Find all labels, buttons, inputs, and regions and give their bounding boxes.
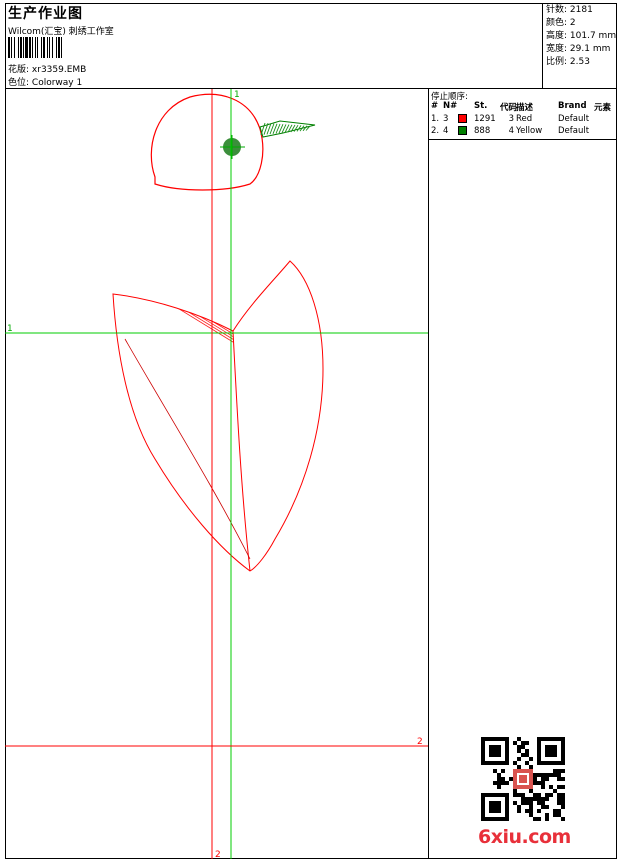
bird-embroidery: 1 2 1 2 bbox=[5, 89, 428, 859]
row-index: 2. bbox=[431, 126, 440, 136]
stitches-value: 2181 bbox=[569, 5, 593, 15]
row-code: 3 bbox=[508, 114, 514, 124]
file-name: xr3359.EMB bbox=[31, 65, 87, 75]
col-index: # bbox=[431, 101, 439, 111]
stop-sequence-panel: 停止顺序: # N# St. 代码 描述 Brand 元素 1. 3 1291 … bbox=[429, 89, 617, 140]
stop-sequence-title: 停止顺序: bbox=[431, 92, 468, 102]
qr-code bbox=[481, 737, 565, 821]
row-needle: 4 bbox=[443, 126, 449, 136]
head-outline bbox=[150, 93, 264, 191]
scale-label: 比例: bbox=[546, 57, 568, 67]
col-swatch bbox=[458, 101, 474, 113]
colorway-name: Colorway 1 bbox=[31, 78, 83, 88]
color-swatch-red bbox=[458, 114, 467, 123]
design-info: 针数: 2181 颜色: 2 高度: 101.7 mm 宽度: 29.1 mm … bbox=[542, 3, 617, 89]
wing-edge bbox=[232, 330, 251, 572]
guide-v1-label: 1 bbox=[234, 90, 240, 100]
scale-value: 2.53 bbox=[569, 57, 590, 67]
tail-stitches bbox=[206, 559, 302, 619]
row-swatch bbox=[458, 126, 474, 136]
colors-label: 颜色: bbox=[546, 18, 568, 28]
file-label: 花版: bbox=[8, 65, 30, 75]
guide-v2-label: 2 bbox=[215, 850, 221, 859]
barcode bbox=[8, 37, 120, 58]
row-index: 1. bbox=[431, 114, 440, 124]
file-line: 花版: xr3359.EMB bbox=[8, 62, 86, 75]
row-description: Yellow bbox=[516, 126, 543, 136]
width-label: 宽度: bbox=[546, 44, 568, 54]
neck-stitches bbox=[106, 181, 290, 329]
colorway-label: 色位: bbox=[8, 78, 30, 88]
guide-h2-label: 2 bbox=[417, 737, 423, 747]
stitches-label: 针数: bbox=[546, 5, 568, 15]
height-value: 101.7 mm bbox=[569, 31, 617, 41]
watermark-logo: 6xiu.com bbox=[478, 826, 571, 848]
body-right-stitches bbox=[233, 261, 323, 571]
row-brand: Default bbox=[558, 114, 590, 124]
page-title: 生产作业图 bbox=[8, 6, 83, 22]
row-brand: Default bbox=[558, 126, 590, 136]
table-row: 2. 4 888 4 Yellow Default bbox=[429, 125, 617, 137]
eye bbox=[220, 135, 245, 159]
row-stitches: 1291 bbox=[474, 114, 496, 124]
colorway-line: 色位: Colorway 1 bbox=[8, 75, 82, 88]
table-divider bbox=[429, 139, 617, 140]
col-stitches: St. bbox=[474, 101, 488, 111]
company-name: Wilcom(汇宝) 刺绣工作室 bbox=[8, 27, 114, 37]
color-swatch-green bbox=[458, 126, 467, 135]
width-value: 29.1 mm bbox=[569, 44, 611, 54]
embroidery-design-area: 1 2 1 2 bbox=[5, 89, 429, 859]
row-swatch bbox=[458, 114, 474, 124]
row-needle: 3 bbox=[443, 114, 449, 124]
col-element: 元素 bbox=[594, 103, 612, 113]
guide-h1-label: 1 bbox=[7, 324, 13, 334]
col-needle: N# bbox=[443, 101, 458, 111]
body-outline bbox=[112, 260, 324, 572]
col-brand: Brand bbox=[558, 101, 587, 111]
beak-stitches bbox=[260, 122, 311, 136]
col-description: 描述 bbox=[516, 103, 534, 113]
height-label: 高度: bbox=[546, 31, 568, 41]
row-code: 4 bbox=[508, 126, 514, 136]
body-left-stitches bbox=[113, 294, 250, 449]
stop-sequence-header: # N# St. 代码 描述 Brand 元素 bbox=[429, 101, 617, 113]
colors-value: 2 bbox=[569, 18, 576, 28]
row-description: Red bbox=[516, 114, 533, 124]
col-code: 代码 bbox=[500, 103, 518, 113]
table-row: 1. 3 1291 3 Red Default bbox=[429, 113, 617, 125]
row-stitches: 888 bbox=[474, 126, 491, 136]
header: 生产作业图 Wilcom(汇宝) 刺绣工作室 花版: xr3359.EMB 色位… bbox=[5, 3, 617, 89]
